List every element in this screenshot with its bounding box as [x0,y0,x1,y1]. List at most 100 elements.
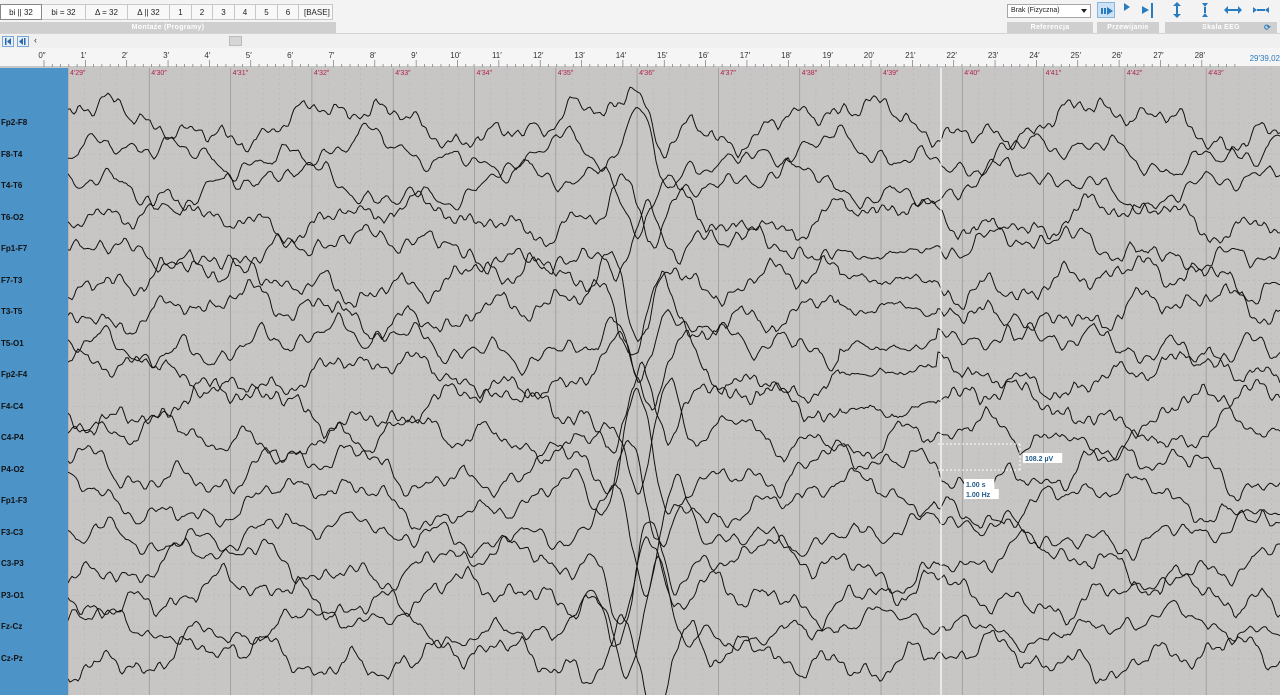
refresh-icon[interactable]: ⟳ [1264,22,1271,33]
step-end-button[interactable] [1139,2,1157,18]
channel-label[interactable]: F4-C4 [1,402,23,411]
time-ruler: 0″ 1′ 2′ 3′ 4′ 5′ 6′ 7′ 8′ 9′ 10′ 11′ 12′ 13′ 14′ 15′ 16… [0,48,1280,68]
step-back-button[interactable] [17,36,29,47]
eeg-traces: 4′29″ 4′30″ 4′31″ 4′32″ 4′33″ 4′34″ 4′35″ 4′36″… [68,68,1280,695]
realtime-label: 4′39″ [883,70,899,77]
channel-label[interactable]: Fp2-F8 [1,118,27,127]
horizontal-shrink-icon [1253,7,1269,13]
ruler-tick-label: 6′ [287,51,293,60]
ruler-tick-label: 10′ [450,51,461,60]
realtime-label: 4′40″ [964,70,980,77]
montage-button-base[interactable]: [BASE] [299,4,333,20]
eeg-trace [68,555,1280,680]
channel-label[interactable]: F8-T4 [1,150,22,159]
measurement-box[interactable] [938,443,1021,471]
montage-group-label: Montaże (Programy) [0,22,336,33]
reference-group-label: Referencja [1007,22,1093,33]
eeg-trace [68,270,1280,356]
vertical-shrink-button[interactable] [1196,2,1214,18]
realtime-label: 4′38″ [802,70,818,77]
ruler-tick-label: 3′ [163,51,169,60]
go-start-button[interactable] [2,36,14,47]
channel-label[interactable]: T6-O2 [1,213,24,222]
eeg-trace [68,361,1280,454]
ruler-tick-label: 21′ [905,51,916,60]
channel-label[interactable]: P4-O2 [1,465,24,474]
eeg-trace [68,308,1280,383]
realtime-label: 4′37″ [720,70,736,77]
montage-button-delta-equal-32[interactable]: Δ = 32 [86,4,128,20]
channel-label[interactable]: Fp2-F4 [1,370,27,379]
ruler-tick-label: 20′ [864,51,875,60]
montage-button-1[interactable]: 1 [170,4,192,20]
scroll-thumb[interactable] [229,36,242,46]
eeg-plot: 4′29″ 4′30″ 4′31″ 4′32″ 4′33″ 4′34″ 4′35″ 4′36″… [68,68,1280,695]
realtime-label: 4′29″ [70,70,86,77]
realtime-label: 4′31″ [233,70,249,77]
ruler-tick-label: 14′ [616,51,627,60]
ruler-tick-label: 9′ [411,51,417,60]
eeg-scale-group-label: Skala EEG ⟳ [1165,22,1277,33]
measurement-amplitude: 108.2 µV [1023,453,1063,463]
scroll-left-arrow[interactable]: ‹ [34,35,37,45]
montage-button-5[interactable]: 5 [256,4,278,20]
horizontal-expand-button[interactable] [1224,2,1242,18]
step-forward-icon [1124,3,1130,11]
montage-button-bi-parallel-32[interactable]: bi || 32 [0,4,42,20]
ruler-tick-label: 16′ [698,51,709,60]
realtime-label: 4′42″ [1127,70,1143,77]
channel-label[interactable]: T4-T6 [1,181,22,190]
svg-text:1.00 Hz: 1.00 Hz [966,492,991,499]
ruler-tick-label: 26′ [1112,51,1123,60]
channel-label[interactable]: F3-C3 [1,528,23,537]
ruler-tick-label: 8′ [370,51,376,60]
play-button[interactable] [1097,2,1115,18]
channel-label[interactable]: C3-P3 [1,559,24,568]
channel-label[interactable]: F7-T3 [1,276,22,285]
montage-button-6[interactable]: 6 [278,4,299,20]
channel-label[interactable]: Cz-Pz [1,654,23,663]
ruler-tick-label: 12′ [533,51,544,60]
horizontal-shrink-button[interactable] [1252,2,1270,18]
reference-select[interactable]: Brak (Fizyczna) [1007,4,1091,18]
ruler-tick-label: 2′ [122,51,128,60]
eeg-trace [68,473,1280,598]
channel-sidebar [0,68,68,695]
ruler-tick-label: 23′ [988,51,999,60]
eeg-trace [68,387,1280,515]
scroll-row: ‹ [0,35,1280,48]
realtime-label: 4′32″ [314,70,330,77]
ruler-tick-label: 13′ [574,51,585,60]
channel-label[interactable]: Fz-Cz [1,622,22,631]
channel-label[interactable]: Fp1-F3 [1,496,27,505]
channel-label[interactable]: P3-O1 [1,591,24,600]
eeg-trace [68,521,1280,625]
ruler-tick-label: 24′ [1029,51,1040,60]
step-forward-button[interactable] [1120,2,1138,18]
channel-label[interactable]: T3-T5 [1,307,22,316]
montage-button-delta-parallel-32[interactable]: Δ || 32 [128,4,170,20]
ruler-tick-label: 22′ [946,51,957,60]
montage-button-4[interactable]: 4 [235,4,256,20]
montage-button-bi-equal-32[interactable]: bi = 32 [42,4,86,20]
vertical-shrink-icon [1202,3,1208,17]
vertical-expand-button[interactable] [1168,2,1186,18]
realtime-label: 4′41″ [1046,70,1062,77]
montage-button-2[interactable]: 2 [192,4,213,20]
channel-label[interactable]: Fp1-F7 [1,244,27,253]
ruler-ticks: 0″ 1′ 2′ 3′ 4′ 5′ 6′ 7′ 8′ 9′ 10′ 11′ 12′ 13′ 14′ 15′ 16… [0,51,1280,68]
eeg-trace [68,86,1280,159]
realtime-label: 4′35″ [558,70,574,77]
montage-button-3[interactable]: 3 [213,4,235,20]
eeg-trace [68,156,1280,240]
toolbar: bi || 32 bi = 32 Δ = 32 Δ || 32 1 2 3 4 … [0,0,1280,34]
realtime-label: 4′43″ [1208,70,1224,77]
go-start-icon [5,38,11,45]
ruler-tick-label: 11′ [492,51,502,60]
channel-label[interactable]: C4-P4 [1,433,24,442]
navigation-group-label: Przewijanie [1097,22,1159,33]
svg-text:108.2 µV: 108.2 µV [1025,456,1053,463]
ruler-tick-label: 5′ [246,51,252,60]
channel-label[interactable]: T5-O1 [1,339,24,348]
chevron-down-icon [1081,9,1087,13]
